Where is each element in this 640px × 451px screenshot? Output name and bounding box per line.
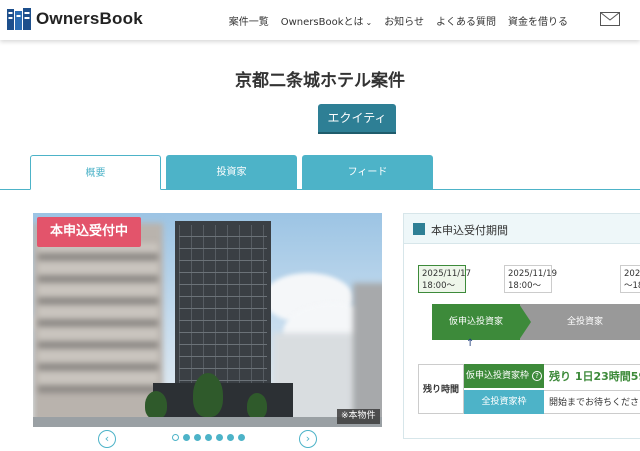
carousel-dot[interactable] bbox=[194, 434, 201, 441]
date-text: 2025 bbox=[624, 269, 640, 279]
carousel-dot[interactable] bbox=[172, 434, 179, 441]
nav-item-about-label: OwnersBookとは bbox=[280, 17, 364, 28]
logo-icon bbox=[7, 8, 31, 30]
date-box-2: 2025/11/19 18:00〜 bbox=[504, 265, 557, 293]
nav-item-news[interactable]: お知らせ bbox=[384, 13, 424, 28]
provisional-frame-label: 仮申込投資家枠? bbox=[464, 364, 544, 388]
nav-item-about[interactable]: OwnersBookとは ⌄ bbox=[281, 13, 372, 28]
time-text: 18:00〜 bbox=[422, 281, 455, 291]
chevron-left-icon[interactable]: ‹ bbox=[98, 430, 116, 448]
date-text: 2025/11/17 bbox=[422, 269, 471, 279]
period-panel-header: 本申込受付期間 bbox=[404, 214, 640, 244]
square-icon bbox=[413, 223, 425, 235]
time-text: 〜18 bbox=[624, 281, 640, 291]
mail-icon[interactable] bbox=[600, 12, 620, 26]
ground bbox=[33, 417, 382, 427]
site-logo[interactable]: OwnersBook bbox=[6, 7, 143, 31]
phase-provisional: 仮申込投資家 bbox=[432, 304, 520, 340]
carousel-dot[interactable] bbox=[216, 434, 223, 441]
chevron-right-icon[interactable]: › bbox=[299, 430, 317, 448]
tree bbox=[247, 393, 267, 419]
carousel-dot[interactable] bbox=[183, 434, 190, 441]
page-title: 京都二条城ホテル案件 bbox=[235, 71, 405, 91]
background-building bbox=[353, 283, 382, 423]
equity-badge: エクイティ bbox=[318, 104, 396, 132]
carousel-dot[interactable] bbox=[238, 434, 245, 441]
photo-caption: ※本物件 bbox=[337, 409, 380, 424]
nav-item-faq[interactable]: よくある質問 bbox=[436, 13, 496, 28]
phase-arrow bbox=[519, 304, 531, 340]
carousel-dot[interactable] bbox=[227, 434, 234, 441]
remaining-label: 残り時間 bbox=[418, 364, 464, 414]
tab-investors[interactable]: 投資家 bbox=[166, 155, 297, 190]
logo-text: OwnersBook bbox=[36, 9, 143, 28]
date-box-3: 2025 〜18 bbox=[620, 265, 640, 293]
status-badge: 本申込受付中 bbox=[37, 217, 141, 247]
time-text: 18:00〜 bbox=[508, 281, 541, 291]
phase-all-investors: 全投資家 bbox=[520, 304, 640, 340]
tab-feed[interactable]: フィード bbox=[302, 155, 433, 190]
period-title: 本申込受付期間 bbox=[431, 224, 508, 237]
carousel-dots bbox=[172, 434, 245, 441]
nav-item-projects[interactable]: 案件一覧 bbox=[229, 13, 269, 28]
current-position-arrow-icon: ↑ bbox=[466, 338, 475, 349]
all-investors-frame-label: 全投資家枠 bbox=[464, 390, 544, 414]
chevron-down-icon: ⌄ bbox=[365, 18, 373, 27]
tree bbox=[145, 391, 167, 419]
tab-overview[interactable]: 概要 bbox=[30, 155, 161, 190]
date-box-1: 2025/11/17 18:00〜 bbox=[418, 265, 471, 293]
tree bbox=[193, 373, 223, 417]
all-investors-status-value: 開始までお待ちくださ bbox=[544, 390, 640, 414]
date-text: 2025/11/19 bbox=[508, 269, 557, 279]
provisional-remaining-value: 残り 1日23時間59 bbox=[544, 364, 640, 388]
provisional-frame-text: 仮申込投資家枠 bbox=[465, 371, 529, 381]
carousel-dot[interactable] bbox=[205, 434, 212, 441]
main-nav: 案件一覧 OwnersBookとは ⌄ お知らせ よくある質問 資金を借りる bbox=[229, 13, 568, 28]
help-icon[interactable]: ? bbox=[532, 370, 542, 381]
nav-item-borrow[interactable]: 資金を借りる bbox=[508, 13, 568, 28]
background-building bbox=[38, 243, 158, 393]
site-header: OwnersBook 案件一覧 OwnersBookとは ⌄ お知らせ よくある質… bbox=[0, 0, 640, 40]
